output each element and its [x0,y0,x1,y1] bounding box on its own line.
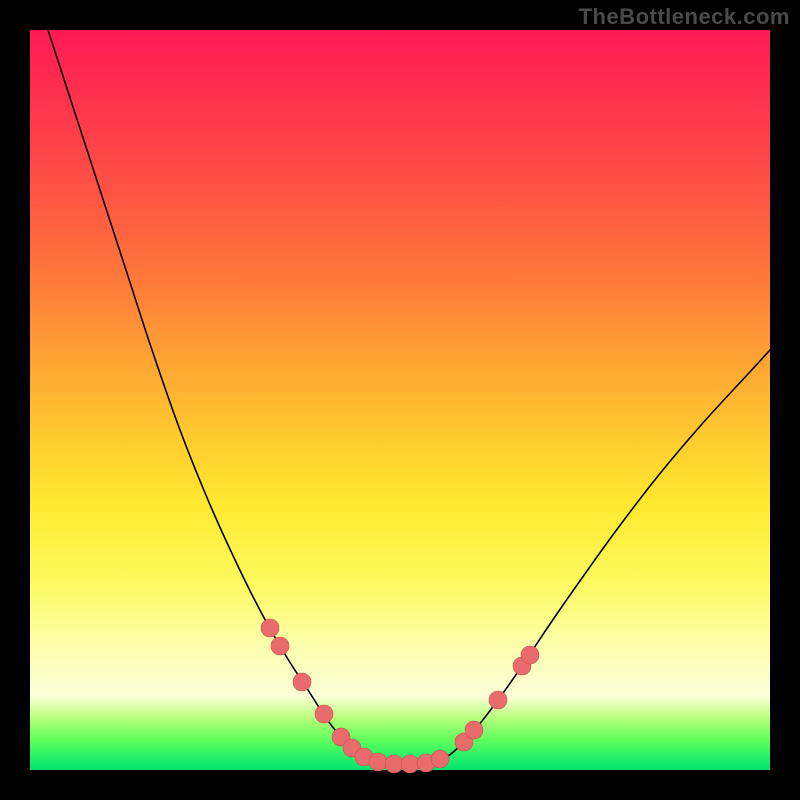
data-point [431,750,449,768]
data-point [261,619,279,637]
plot-area [30,30,770,770]
data-point [271,637,289,655]
data-point [401,755,419,773]
data-point [385,755,403,773]
data-point [489,691,507,709]
bottleneck-curve [48,30,770,765]
data-point [293,673,311,691]
data-point [315,705,333,723]
watermark-text: TheBottleneck.com [579,4,790,30]
chart-frame: TheBottleneck.com [0,0,800,800]
data-point [521,646,539,664]
curve-layer [30,30,770,770]
data-point [465,721,483,739]
data-point [369,753,387,771]
